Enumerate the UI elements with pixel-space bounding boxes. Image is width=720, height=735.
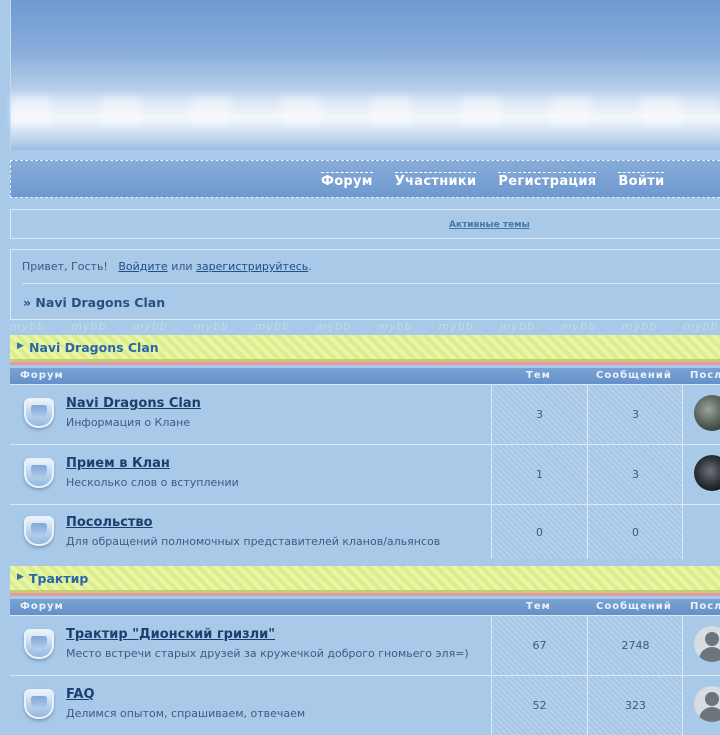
triangle-right-icon: ▶ [17,341,24,351]
forum-row: Прием в Клан Несколько слов о вступлении… [10,444,720,504]
forum-topics-count: 1 [491,445,587,504]
active-topics-bar: Активные темы [10,209,720,239]
watermark-text: mybb [193,320,229,332]
watermark-text: mybb [71,320,107,332]
forum-row: Navi Dragons Clan Информация о Клане 3 3 [10,384,720,444]
forum-name[interactable]: Посольство [66,515,153,530]
col-forum: Форум [20,601,64,612]
active-topics-link[interactable]: Активные темы [449,220,530,230]
main-navigation: Форум Участники Регистрация Войти [10,160,720,198]
watermark-text: mybb [254,320,291,332]
forum-description: Информация о Клане [66,416,191,429]
col-posts: Сообщений [596,370,672,381]
forum-topics-count: 52 [491,676,587,735]
last-post-cell [682,505,720,559]
watermark-text: mybb [377,320,413,332]
forum-shield-icon [24,689,54,719]
last-post-cell [682,385,720,444]
forum-description: Для обращений полномочных представителей… [66,535,441,548]
dragon-avatar[interactable] [694,395,720,431]
col-forum: Форум [20,370,64,381]
forum-posts-count: 3 [587,385,683,444]
forum-description: Несколько слов о вступлении [66,476,239,489]
last-post-cell [682,676,720,735]
watermark-text: mybb [10,320,46,332]
watermark-text: mybb [622,320,658,332]
category-navi-dragons-clan: ▶ Navi Dragons Clan Форум Тем Сообщений … [10,335,720,559]
forum-name[interactable]: FAQ [66,687,95,702]
register-link[interactable]: зарегистрируйтесь [196,260,308,273]
user-avatar[interactable] [694,686,720,722]
greeting-text: Привет, Гость! [22,260,108,273]
triangle-right-icon: ▶ [17,572,24,582]
greeting-or: или [171,260,193,273]
watermark-text: mybb [683,320,719,332]
nav-forum[interactable]: Форум [321,172,373,189]
category-header: ▶ Трактир [10,566,720,596]
last-post-cell [682,445,720,504]
col-topics: Тем [526,601,551,612]
category-tavern: ▶ Трактир Форум Тем Сообщений Посл Тракт… [10,566,720,735]
forum-topics-count: 67 [491,616,587,675]
greeting-suffix: . [308,260,312,273]
column-header: Форум Тем Сообщений Посл [10,368,720,384]
nav-members[interactable]: Участники [394,172,477,189]
column-header: Форум Тем Сообщений Посл [10,599,720,615]
helmet-avatar[interactable] [694,455,720,491]
nav-register[interactable]: Регистрация [498,172,597,189]
forum-posts-count: 323 [587,676,683,735]
watermark-text: mybb [560,320,597,332]
col-posts: Сообщений [596,601,672,612]
forum-posts-count: 3 [587,445,683,504]
col-last: Посл [690,601,720,612]
user-avatar[interactable] [694,626,720,662]
forum-description: Делимся опытом, спрашиваем, отвечаем [66,707,306,720]
category-title[interactable]: Navi Dragons Clan [29,340,159,355]
header-banner [10,0,720,150]
greeting-panel: Привет, Гость! Войдите или зарегистрируй… [10,249,720,320]
forum-topics-count: 3 [491,385,587,444]
forum-row: Посольство Для обращений полномочных пре… [10,504,720,559]
forum-posts-count: 2748 [587,616,683,675]
watermark-strip: mybb mybb mybb mybb mybb mybb mybb mybb mybb mybb… [10,320,720,332]
last-post-cell [682,616,720,675]
forum-posts-count: 0 [587,505,683,559]
watermark-text: mybb [499,320,535,332]
forum-name[interactable]: Navi Dragons Clan [66,396,201,411]
greeting-line: Привет, Гость! Войдите или зарегистрируй… [22,260,312,273]
divider [22,283,720,284]
forum-shield-icon [24,458,54,488]
breadcrumb[interactable]: » Navi Dragons Clan [23,295,165,310]
nav-login[interactable]: Войти [618,172,665,189]
category-header: ▶ Navi Dragons Clan [10,335,720,365]
forum-name[interactable]: Прием в Клан [66,456,170,471]
col-topics: Тем [526,370,551,381]
forum-shield-icon [24,398,54,428]
forum-row: FAQ Делимся опытом, спрашиваем, отвечаем… [10,675,720,735]
watermark-text: mybb [132,320,168,332]
login-link[interactable]: Войдите [118,260,167,273]
watermark-text: mybb [438,320,474,332]
forum-shield-icon [24,629,54,659]
col-last: Посл [690,370,720,381]
watermark-text: mybb [316,320,352,332]
forum-row: Трактир "Дионский гризли" Место встречи … [10,615,720,675]
forum-description: Место встречи старых друзей за кружечкой… [66,647,469,660]
forum-name[interactable]: Трактир "Дионский гризли" [66,627,275,642]
category-title[interactable]: Трактир [29,571,88,586]
forum-shield-icon [24,516,54,546]
forum-topics-count: 0 [491,505,587,559]
